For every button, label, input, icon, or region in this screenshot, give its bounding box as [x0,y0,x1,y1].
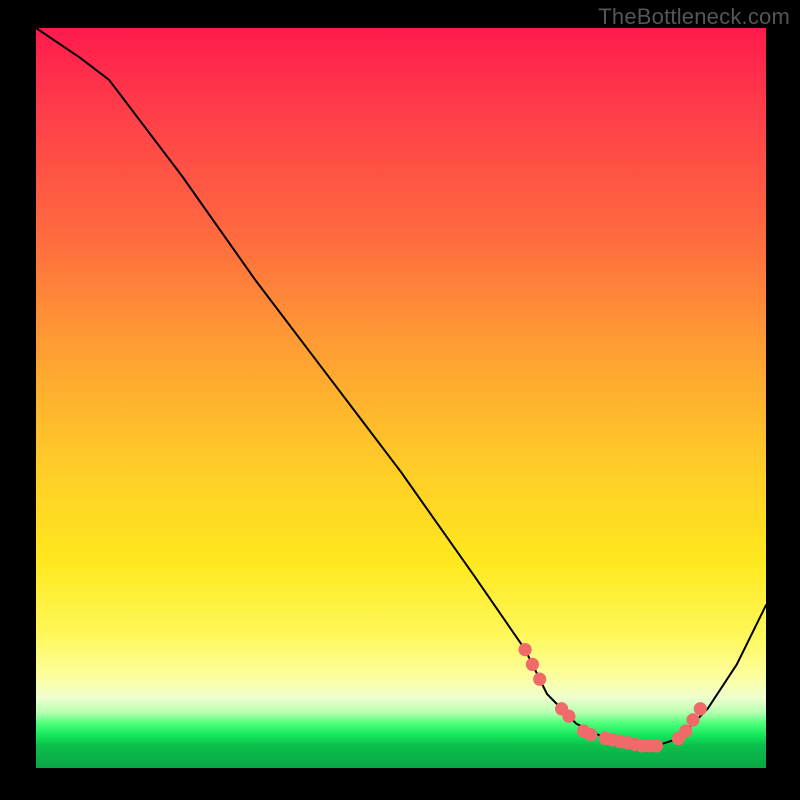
marker-dot [562,710,575,723]
chart-svg [36,28,766,768]
chart-frame: TheBottleneck.com [0,0,800,800]
watermark-text: TheBottleneck.com [598,4,790,30]
marker-dot [694,702,707,715]
curve-line [36,28,766,746]
plot-area [36,28,766,768]
marker-dot [526,658,539,671]
marker-dot [519,643,532,656]
marker-dot [679,724,692,737]
marker-dot [686,713,699,726]
marker-dot [533,673,546,686]
marker-dot [584,728,597,741]
marker-dot [650,739,663,752]
marker-group [519,643,707,753]
